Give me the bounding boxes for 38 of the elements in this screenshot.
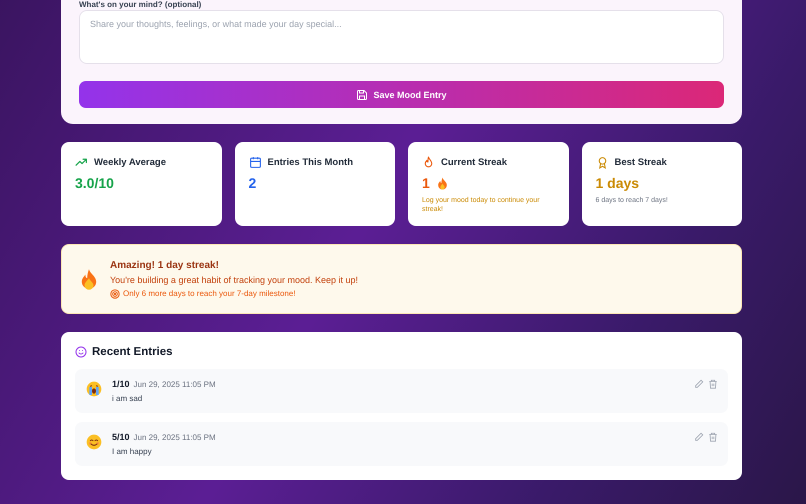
entry-date: Jun 29, 2025 11:05 PM	[134, 380, 216, 389]
calendar-icon	[248, 156, 262, 169]
target-icon	[110, 288, 120, 298]
edit-icon[interactable]	[694, 379, 704, 389]
stat-title: Entries This Month	[268, 157, 353, 168]
banner-message: You're building a great habit of tracking your mood. Keep it up!	[110, 274, 358, 284]
crying-face-icon	[86, 381, 102, 397]
mood-score: 1/10	[112, 379, 130, 389]
mood-score: 5/10	[112, 432, 130, 442]
stat-title: Current Streak	[441, 157, 507, 168]
stat-value: 1 days	[596, 175, 640, 191]
delete-icon[interactable]	[708, 432, 718, 442]
milestone-text: Only 6 more days to reach your 7-day milestone!	[123, 289, 296, 298]
flame-icon	[422, 156, 435, 169]
stat-title: Best Streak	[614, 157, 667, 168]
entry-note: i am sad	[112, 394, 144, 403]
stat-title: Weekly Average	[94, 157, 166, 168]
save-icon	[356, 88, 368, 100]
entry-date: Jun 29, 2025 11:05 PM	[134, 433, 216, 442]
field-label: What's on your mind? (optional)	[79, 0, 202, 10]
trending-up-icon	[75, 156, 88, 169]
smile-icon	[75, 346, 87, 358]
smiling-face-icon	[86, 434, 102, 450]
save-button[interactable]: Save Mood Entry	[79, 81, 724, 108]
stat-value: 2	[248, 175, 256, 191]
section-title: Recent Entries	[92, 346, 173, 358]
thoughts-field[interactable]: Share your thoughts, feelings, or what made your day special...	[79, 10, 724, 64]
edit-icon[interactable]	[694, 432, 704, 442]
entry-row[interactable]: 1/10 Jun 29, 2025 11:05 PM i am sad	[75, 369, 728, 413]
award-icon	[596, 156, 608, 169]
stat-value: 3.0/10	[75, 175, 114, 191]
entry-note: I am happy	[112, 447, 153, 456]
entry-row[interactable]: 5/10 Jun 29, 2025 11:05 PM I am happy	[75, 422, 728, 466]
banner-title: Amazing! 1 day streak!	[110, 260, 220, 270]
stat-value: 1	[422, 175, 430, 191]
fire-icon	[436, 176, 448, 190]
fire-icon	[80, 268, 98, 290]
delete-icon[interactable]	[708, 379, 718, 389]
